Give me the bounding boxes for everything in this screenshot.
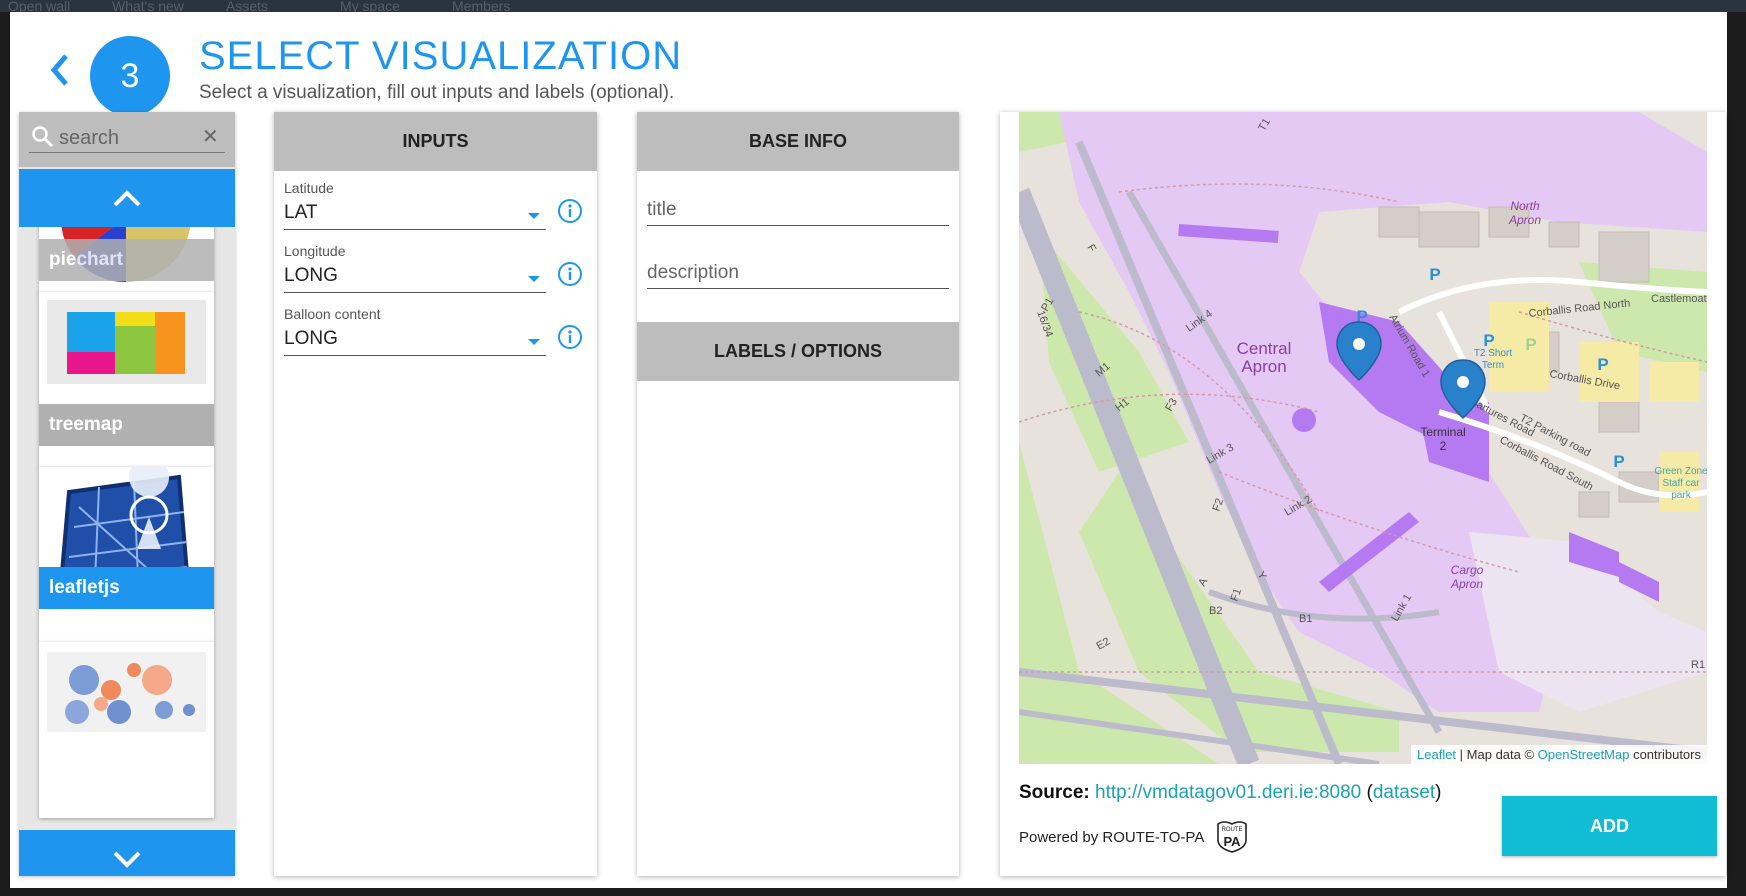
longitude-field: Longitude LONG (284, 243, 546, 293)
balloon-content-label: Balloon content (284, 306, 381, 322)
source-open-paren: ( (1361, 782, 1373, 803)
longitude-info-icon[interactable] (557, 261, 583, 287)
map-label: B1 (1299, 613, 1312, 625)
parking-icon: P (1597, 355, 1608, 374)
powered-by-text: Powered by ROUTE-TO-PA (1019, 828, 1205, 846)
title-input[interactable] (647, 194, 949, 226)
base-info-panel: BASE INFO LABELS / OPTIONS (637, 112, 959, 876)
route-to-pa-logo: ROUTE PA (1217, 821, 1248, 853)
visualization-gallery: ✕ piechart (19, 112, 235, 876)
dropdown-caret-icon (528, 339, 540, 345)
map-label: Staff car (1662, 478, 1700, 489)
balloon-content-field: Balloon content LONG (284, 306, 546, 356)
map-label: Central (1237, 339, 1292, 358)
base-info-heading: BASE INFO (637, 112, 959, 171)
leaflet-link[interactable]: Leaflet (1417, 747, 1456, 762)
parking-icon: P (1525, 335, 1536, 354)
vis-card-bubble[interactable] (39, 642, 214, 818)
map-label: Apron (1450, 577, 1483, 591)
leaflet-map[interactable]: Central Apron North Apron Cargo Apron Te… (1019, 112, 1707, 764)
visualization-list: piechart treemap leafletjs (19, 227, 235, 830)
latitude-value: LAT (284, 202, 318, 223)
parking-icon: P (1429, 265, 1440, 284)
map-label: Castlemoat (1651, 293, 1707, 305)
chevron-left-icon (50, 54, 68, 86)
inputs-panel: INPUTS Latitude LAT Longitude LONG Ballo… (274, 112, 597, 876)
vis-card-treemap[interactable]: treemap (39, 292, 214, 468)
logo-route-text: ROUTE (1222, 827, 1243, 833)
longitude-value: LONG (284, 265, 338, 286)
latitude-label: Latitude (284, 180, 334, 196)
attribution-text: | Map data © (1456, 747, 1538, 762)
search-icon (32, 126, 54, 148)
scroll-up-button[interactable] (19, 169, 235, 227)
bubble-chart-thumbnail (39, 642, 214, 818)
map-label: Apron (1508, 213, 1541, 227)
powered-by: Powered by ROUTE-TO-PA ROUTE PA (1019, 820, 1250, 854)
map-label: 2 (1440, 439, 1447, 453)
dropdown-caret-icon (528, 276, 540, 282)
description-input[interactable] (647, 257, 949, 289)
map-label: Term (1482, 360, 1504, 371)
select-visualization-dialog: 3 SELECT VISUALIZATION Select a visualiz… (10, 12, 1727, 888)
map-label: R1 (1691, 659, 1705, 671)
search-underline (29, 152, 225, 153)
map-label: Terminal (1420, 425, 1465, 439)
preview-panel: Central Apron North Apron Cargo Apron Te… (1000, 112, 1726, 876)
longitude-label: Longitude (284, 243, 346, 259)
parking-icon: P (1613, 452, 1624, 471)
balloon-content-select[interactable]: LONG (284, 328, 546, 356)
openstreetmap-link[interactable]: OpenStreetMap (1538, 747, 1630, 762)
vis-card-leafletjs[interactable]: leafletjs (39, 467, 214, 643)
labels-options-heading[interactable]: LABELS / OPTIONS (637, 322, 959, 381)
chevron-up-icon (113, 190, 141, 207)
scroll-down-button[interactable] (19, 830, 235, 876)
balloon-content-value: LONG (284, 328, 338, 349)
back-button[interactable] (46, 48, 76, 92)
logo-pa-text: PA (1224, 834, 1242, 849)
leafletjs-thumbnail (39, 467, 214, 643)
vis-card-label: leafletjs (39, 567, 214, 609)
map-label: Cargo (1451, 563, 1484, 577)
map-label: North (1510, 199, 1540, 213)
map-label: Apron (1241, 357, 1286, 376)
gallery-search-bar: ✕ (19, 112, 235, 167)
search-input[interactable] (59, 125, 189, 151)
parking-icon: P (1483, 331, 1494, 350)
vis-card-piechart[interactable]: piechart (39, 227, 214, 293)
attribution-suffix: contributors (1629, 747, 1701, 762)
dropdown-caret-icon (528, 213, 540, 219)
page-title: SELECT VISUALIZATION (199, 34, 683, 78)
balloon-content-info-icon[interactable] (557, 324, 583, 350)
latitude-select[interactable]: LAT (284, 202, 546, 230)
step-number-badge: 3 (90, 36, 170, 116)
add-button[interactable]: ADD (1502, 796, 1717, 856)
page-subtitle: Select a visualization, fill out inputs … (199, 82, 675, 103)
source-line: Source: http://vmdatagov01.deri.ie:8080 … (1019, 782, 1441, 804)
vis-card-label: piechart (39, 239, 214, 281)
map-preview[interactable]: Central Apron North Apron Cargo Apron Te… (1019, 112, 1707, 764)
map-attribution: Leaflet | Map data © OpenStreetMap contr… (1411, 745, 1707, 764)
source-close-paren: ) (1435, 782, 1442, 803)
dataset-link[interactable]: dataset (1373, 782, 1435, 803)
map-label: park (1671, 490, 1691, 501)
latitude-info-icon[interactable] (557, 198, 583, 224)
source-url-link[interactable]: http://vmdatagov01.deri.ie:8080 (1095, 782, 1361, 803)
longitude-select[interactable]: LONG (284, 265, 546, 293)
latitude-field: Latitude LAT (284, 180, 546, 230)
map-label: B2 (1209, 605, 1222, 617)
background-nav: Open wall What's new Assets My space Mem… (0, 0, 1746, 14)
vis-card-label: treemap (39, 404, 214, 446)
map-label: Green Zone (1654, 466, 1707, 477)
chevron-down-icon (113, 851, 141, 868)
source-label: Source: (1019, 782, 1090, 803)
clear-search-icon[interactable]: ✕ (202, 124, 219, 149)
inputs-heading: INPUTS (274, 112, 597, 171)
